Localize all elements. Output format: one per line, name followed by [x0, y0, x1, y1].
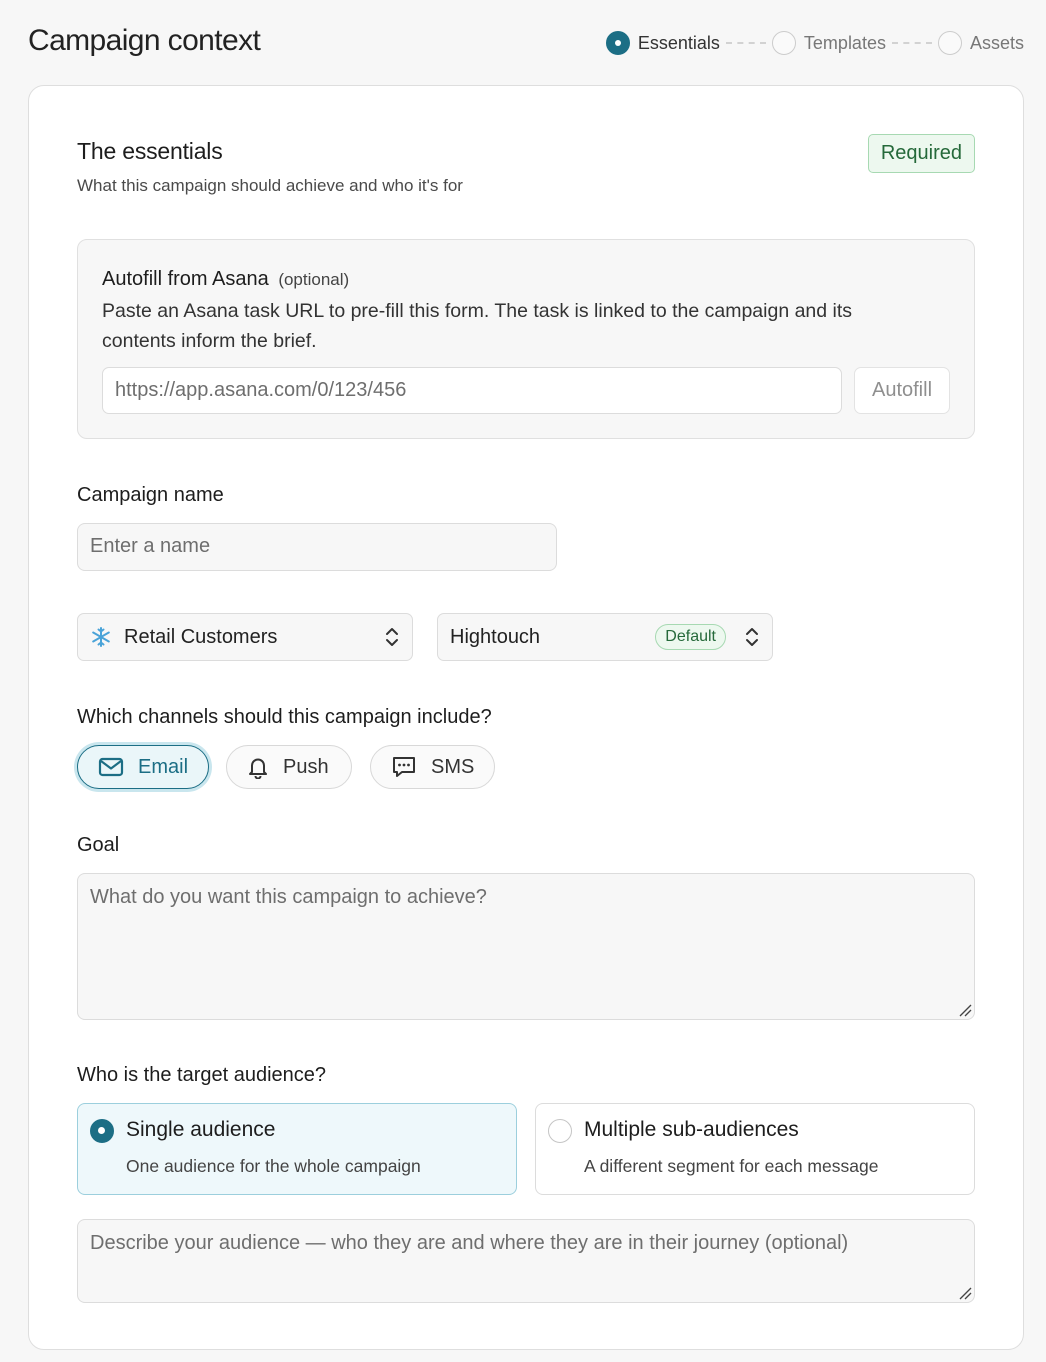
channel-label: Email	[138, 755, 189, 778]
resize-grip-icon[interactable]	[958, 1003, 972, 1017]
channel-label: Push	[283, 755, 329, 778]
platform-select[interactable]: Hightouch Default	[437, 613, 773, 661]
step-label: Assets	[969, 32, 1024, 53]
audience-option-title: Single audience	[126, 1118, 276, 1141]
goal-textarea[interactable]: What do you want this campaign to achiev…	[77, 873, 975, 1020]
step-assets[interactable]: Assets	[937, 31, 1024, 55]
section-subtitle: What this campaign should achieve and wh…	[77, 176, 463, 195]
audience-label: Who is the target audience?	[77, 1064, 327, 1086]
radio-selected-icon	[90, 1119, 114, 1143]
audience-option-single[interactable]: Single audience One audience for the who…	[77, 1103, 517, 1195]
audience-option-description: A different segment for each message	[584, 1156, 879, 1176]
channels-label: Which channels should this campaign incl…	[77, 706, 492, 728]
autofill-description: Paste an Asana task URL to pre-fill this…	[102, 300, 853, 352]
stepper: Essentials Templates Assets	[605, 30, 1024, 56]
radio-unselected-icon	[548, 1119, 572, 1143]
page-title: Campaign context	[28, 24, 261, 57]
campaign-name-input[interactable]: Enter a name	[77, 523, 557, 571]
default-badge: Default	[655, 624, 726, 650]
snowflake-icon	[92, 627, 110, 647]
goal-label: Goal	[77, 834, 120, 856]
channel-label: SMS	[431, 755, 475, 778]
message-icon	[393, 757, 415, 777]
audience-option-description: One audience for the whole campaign	[126, 1156, 421, 1176]
audience-description-textarea[interactable]: Describe your audience — who they are an…	[77, 1219, 975, 1303]
step-label: Templates	[803, 32, 886, 53]
campaign-name-label: Campaign name	[77, 484, 224, 506]
audience-source-select[interactable]: Retail Customers	[77, 613, 413, 661]
step-inactive-icon	[771, 31, 796, 55]
channel-sms[interactable]: SMS	[370, 745, 495, 789]
autofill-title-text: Autofill from Asana	[102, 268, 269, 290]
required-badge: Required	[867, 134, 975, 173]
audience-description-placeholder: Describe your audience — who they are an…	[90, 1232, 849, 1254]
resize-grip-icon[interactable]	[958, 1286, 972, 1300]
step-label: Essentials	[637, 32, 720, 53]
step-inactive-icon	[937, 31, 962, 55]
chevron-updown-icon	[746, 628, 758, 646]
essentials-card: The essentials What this campaign should…	[28, 85, 1024, 1350]
channel-push[interactable]: Push	[226, 745, 352, 789]
step-essentials[interactable]: Essentials	[605, 31, 720, 55]
chevron-updown-icon	[386, 628, 398, 646]
mail-icon	[98, 757, 124, 777]
platform-value: Hightouch	[450, 625, 541, 648]
goal-placeholder: What do you want this campaign to achiev…	[90, 886, 487, 908]
bell-icon	[249, 758, 267, 779]
autofill-title: Autofill from Asana (optional)	[102, 268, 349, 291]
autofill-button[interactable]: Autofill	[854, 367, 950, 414]
audience-option-title: Multiple sub-audiences	[584, 1118, 799, 1141]
step-divider	[891, 42, 932, 44]
step-active-icon	[605, 31, 630, 55]
section-title: The essentials	[77, 138, 223, 164]
channel-email[interactable]: Email	[77, 745, 209, 789]
asana-url-input[interactable]: https://app.asana.com/0/123/456	[102, 367, 842, 414]
audience-source-value: Retail Customers	[124, 625, 278, 648]
step-templates[interactable]: Templates	[771, 31, 886, 55]
autofill-panel: Autofill from Asana (optional) Paste an …	[77, 239, 975, 439]
autofill-optional-label: (optional)	[278, 270, 350, 289]
audience-option-multiple[interactable]: Multiple sub-audiences A different segme…	[535, 1103, 975, 1195]
step-divider	[725, 42, 766, 44]
